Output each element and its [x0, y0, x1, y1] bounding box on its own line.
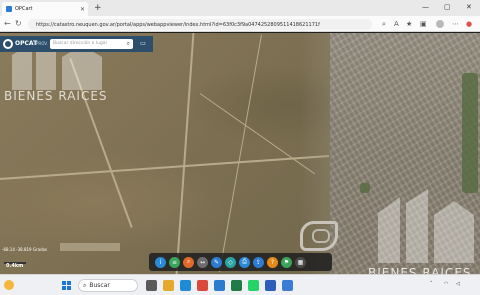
layers-icon[interactable]: ≡ [169, 256, 180, 268]
chrome-icon[interactable] [197, 280, 208, 291]
scale-label: 0.4km [6, 263, 24, 269]
app-header: OPCAT PROV. Buscar dirección o lugar ⌕ ▭ [0, 36, 153, 52]
select-icon[interactable]: ◇ [225, 256, 236, 268]
photos-icon[interactable] [214, 280, 225, 291]
wifi-icon[interactable]: ◠ [444, 281, 448, 287]
query-icon[interactable]: ? [267, 256, 278, 268]
field-patch [60, 243, 120, 251]
road-line [219, 34, 262, 273]
map-search-input[interactable]: Buscar dirección o lugar ⌕ [50, 39, 133, 49]
basemap-icon[interactable]: ▦ [295, 256, 306, 268]
share-icon[interactable]: ⇪ [253, 256, 264, 268]
search-icon: ⌕ [83, 281, 87, 289]
whatsapp-icon[interactable] [248, 280, 259, 291]
measure-icon[interactable]: ↔ [197, 256, 208, 268]
volume-icon[interactable]: ◁ [456, 281, 460, 287]
browser-toolbar: ← ↻ https://catastro.neuquen.gov.ar/port… [0, 16, 480, 32]
refresh-icon[interactable]: ↻ [15, 18, 22, 30]
maximize-button[interactable]: ▢ [444, 1, 451, 13]
close-window-button[interactable]: ✕ [466, 1, 472, 13]
edge-icon[interactable] [180, 280, 191, 291]
collections-icon[interactable]: ▣ [420, 19, 427, 29]
favorite-star-icon[interactable]: ★ [406, 19, 412, 29]
browser-tab[interactable]: OPCart ✕ [2, 2, 88, 16]
search-placeholder: Buscar dirección o lugar [53, 41, 108, 46]
layer-list-icon[interactable]: ▭ [138, 40, 148, 48]
widget-dock: i ≡ ⌕ ↔ ✎ ◇ ⎙ ⇪? ⚑ ▦ [149, 253, 332, 271]
more-menu-icon[interactable]: ⋯ [452, 19, 459, 29]
coordinate-readout: -68.14 -38.819 Grados [2, 247, 48, 252]
weather-icon[interactable] [4, 280, 14, 290]
url-text: https://catastro.neuquen.gov.ar/portal/a… [36, 21, 320, 28]
copilot-icon[interactable]: ● [466, 19, 472, 29]
green-area [462, 73, 478, 193]
search-widget-icon[interactable]: ⌕ [183, 256, 194, 268]
road-line [0, 154, 330, 180]
watermark-text: BIENES RAICES [4, 89, 108, 103]
app-logo-icon [3, 39, 13, 49]
road-line [175, 33, 195, 274]
watermark-logo [378, 189, 474, 263]
mail-icon[interactable] [282, 280, 293, 291]
excel-icon[interactable] [231, 280, 242, 291]
favicon-icon [6, 6, 12, 12]
bookmark-icon[interactable]: ⚑ [281, 256, 292, 268]
race-circuit-inner [312, 229, 330, 243]
draw-icon[interactable]: ✎ [211, 256, 222, 268]
print-icon[interactable]: ⎙ [239, 256, 250, 268]
search-page-icon[interactable]: ⌕ [382, 19, 386, 29]
browser-tabbar: OPCart ✕ + — ▢ ✕ [0, 0, 480, 16]
taskbar-search-label: Buscar [89, 282, 110, 289]
search-icon[interactable]: ⌕ [127, 40, 130, 48]
files-icon[interactable] [163, 280, 174, 291]
start-menu-icon[interactable] [62, 281, 71, 290]
minimize-button[interactable]: — [422, 1, 429, 13]
tab-close-icon[interactable]: ✕ [80, 6, 85, 13]
app-title: OPCAT [15, 40, 38, 47]
windows-taskbar: ⌕ Buscar ˄ ◠ ◁ [0, 274, 480, 295]
new-tab-button[interactable]: + [94, 2, 102, 14]
app-subtitle: PROV. [36, 41, 48, 46]
word-icon[interactable] [265, 280, 276, 291]
taskbar-search[interactable]: ⌕ Buscar [78, 279, 138, 292]
address-bar[interactable]: https://catastro.neuquen.gov.ar/portal/a… [28, 19, 372, 30]
task-view-icon[interactable] [146, 280, 157, 291]
read-aloud-icon[interactable]: A [394, 19, 399, 29]
profile-avatar[interactable] [436, 20, 444, 28]
info-icon[interactable]: i [155, 256, 166, 268]
tab-title: OPCart [15, 6, 33, 12]
chevron-up-icon[interactable]: ˄ [430, 281, 433, 287]
back-icon[interactable]: ← [4, 18, 11, 30]
screen: OPCart ✕ + — ▢ ✕ ← ↻ https://catastro.ne… [0, 0, 480, 295]
